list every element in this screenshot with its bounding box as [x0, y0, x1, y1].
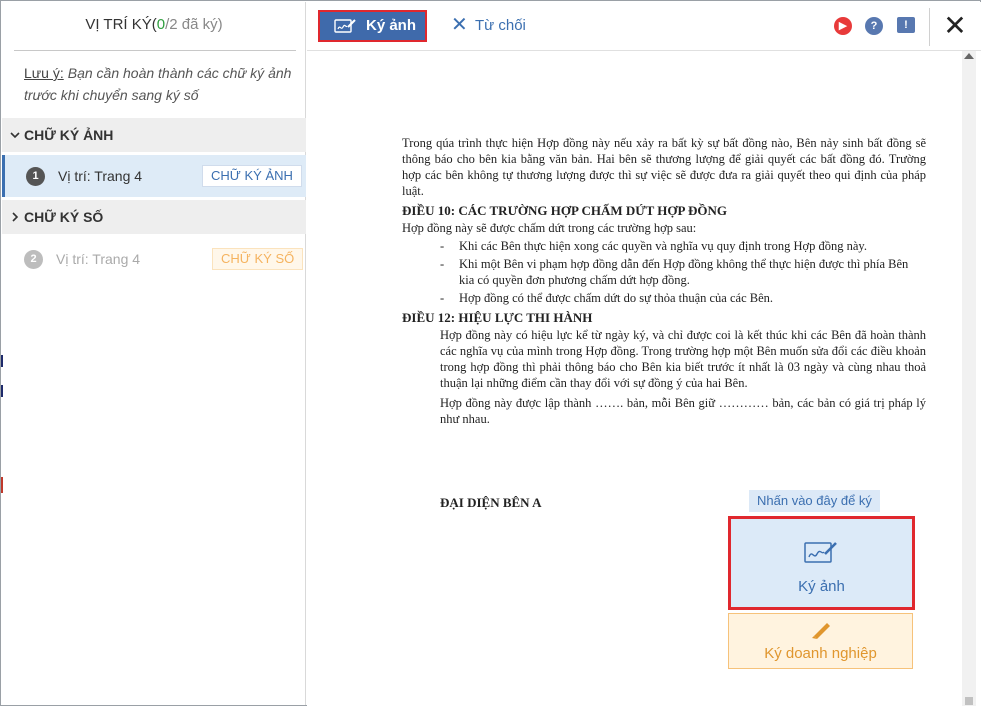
sign-photo-button[interactable]: Ký ảnh — [318, 10, 427, 42]
representative-label: ĐẠI DIỆN BÊN A — [440, 495, 542, 510]
position-number: 1 — [26, 167, 45, 186]
document-viewer[interactable]: Trong qúa trình thực hiện Hợp đồng này n… — [307, 50, 981, 706]
sign-hint-tooltip: Nhấn vào đây để ký — [749, 490, 880, 512]
notice-body: Bạn cần hoàn thành các chữ ký ảnh trước … — [24, 65, 292, 103]
edge-marker — [1, 477, 3, 493]
business-signature-label: Ký doanh nghiệp — [764, 645, 877, 662]
section-heading: ĐIỀU 10: CÁC TRƯỜNG HỢP CHẤM DỨT HỢP ĐỒN… — [402, 203, 728, 218]
scroll-up-arrow-icon[interactable] — [964, 53, 974, 59]
scrollbar[interactable] — [962, 51, 976, 706]
photo-signature-box[interactable]: Ký ảnh — [728, 516, 915, 610]
toolbar-divider — [929, 8, 930, 46]
notice-text: Lưu ý: Bạn cần hoàn thành các chữ ký ảnh … — [24, 62, 304, 106]
toolbar: Ký ảnh ✕ Từ chối ▶ ? ! ✕ — [307, 2, 981, 50]
contract-page: Trong qúa trình thực hiện Hợp đồng này n… — [402, 135, 926, 427]
status-badge: CHỮ KÝ SỐ — [212, 248, 304, 270]
group-label: CHỮ KÝ SỐ — [24, 209, 104, 225]
close-button[interactable]: ✕ — [941, 10, 969, 42]
paragraph: Trong qúa trình thực hiện Hợp đồng này n… — [402, 136, 926, 198]
close-icon: ✕ — [451, 14, 468, 36]
notice-label: Lưu ý: — [24, 65, 64, 81]
signature-position-item[interactable]: 2 Vị trí: Trang 4 CHỮ KÝ SỐ — [2, 238, 306, 280]
business-signature-box[interactable]: Ký doanh nghiệp — [728, 613, 913, 669]
paragraph: Hợp đồng này được lập thành ……. bản, mỗi… — [440, 396, 926, 426]
signature-positions-panel: VỊ TRÍ KÝ(0/2 đã ký) Lưu ý: Bạn cần hoàn … — [2, 2, 306, 705]
group-photo-signature[interactable]: CHỮ KÝ ẢNH — [2, 118, 306, 152]
position-number: 2 — [24, 250, 43, 269]
panel-title: VỊ TRÍ KÝ(0/2 đã ký) — [85, 16, 223, 33]
list-item: - Khi các Bên thực hiện xong các quyền v… — [440, 239, 867, 253]
signed-count: 0 — [156, 16, 166, 33]
sign-dialog: VỊ TRÍ KÝ(0/2 đã ký) Lưu ý: Bạn cần hoàn … — [0, 0, 981, 706]
reject-button[interactable]: ✕ Từ chối — [451, 14, 526, 38]
signature-position-item[interactable]: 1 Vị trí: Trang 4 CHỮ KÝ ẢNH — [2, 155, 306, 197]
photo-signature-label: Ký ảnh — [798, 578, 845, 595]
group-label: CHỮ KÝ ẢNH — [24, 127, 114, 143]
position-location: Vị trí: Trang 4 — [56, 251, 141, 267]
help-icon[interactable]: ? — [865, 17, 883, 35]
list-item: - Khi một Bên vi phạm hợp đồng dẫn đến H… — [440, 257, 909, 287]
list-item: - Hợp đồng có thể được chấm dứt do sự th… — [440, 291, 774, 305]
position-location: Vị trí: Trang 4 — [58, 168, 143, 184]
paragraph: Hợp đồng này sẽ được chấm dứt trong các … — [402, 221, 697, 235]
edge-marker — [1, 385, 3, 397]
divider — [14, 50, 296, 51]
group-digital-signature[interactable]: CHỮ KÝ SỐ — [2, 200, 306, 234]
scroll-thumb[interactable] — [965, 697, 973, 705]
edge-marker — [1, 355, 3, 367]
section-heading: ĐIỀU 12: HIỆU LỰC THI HÀNH — [402, 310, 593, 325]
status-badge: CHỮ KÝ ẢNH — [202, 165, 302, 187]
paragraph: Hợp đồng này có hiệu lực kể từ ngày ký, … — [440, 328, 926, 390]
feedback-icon[interactable]: ! — [897, 17, 915, 33]
play-icon[interactable]: ▶ — [834, 17, 852, 35]
